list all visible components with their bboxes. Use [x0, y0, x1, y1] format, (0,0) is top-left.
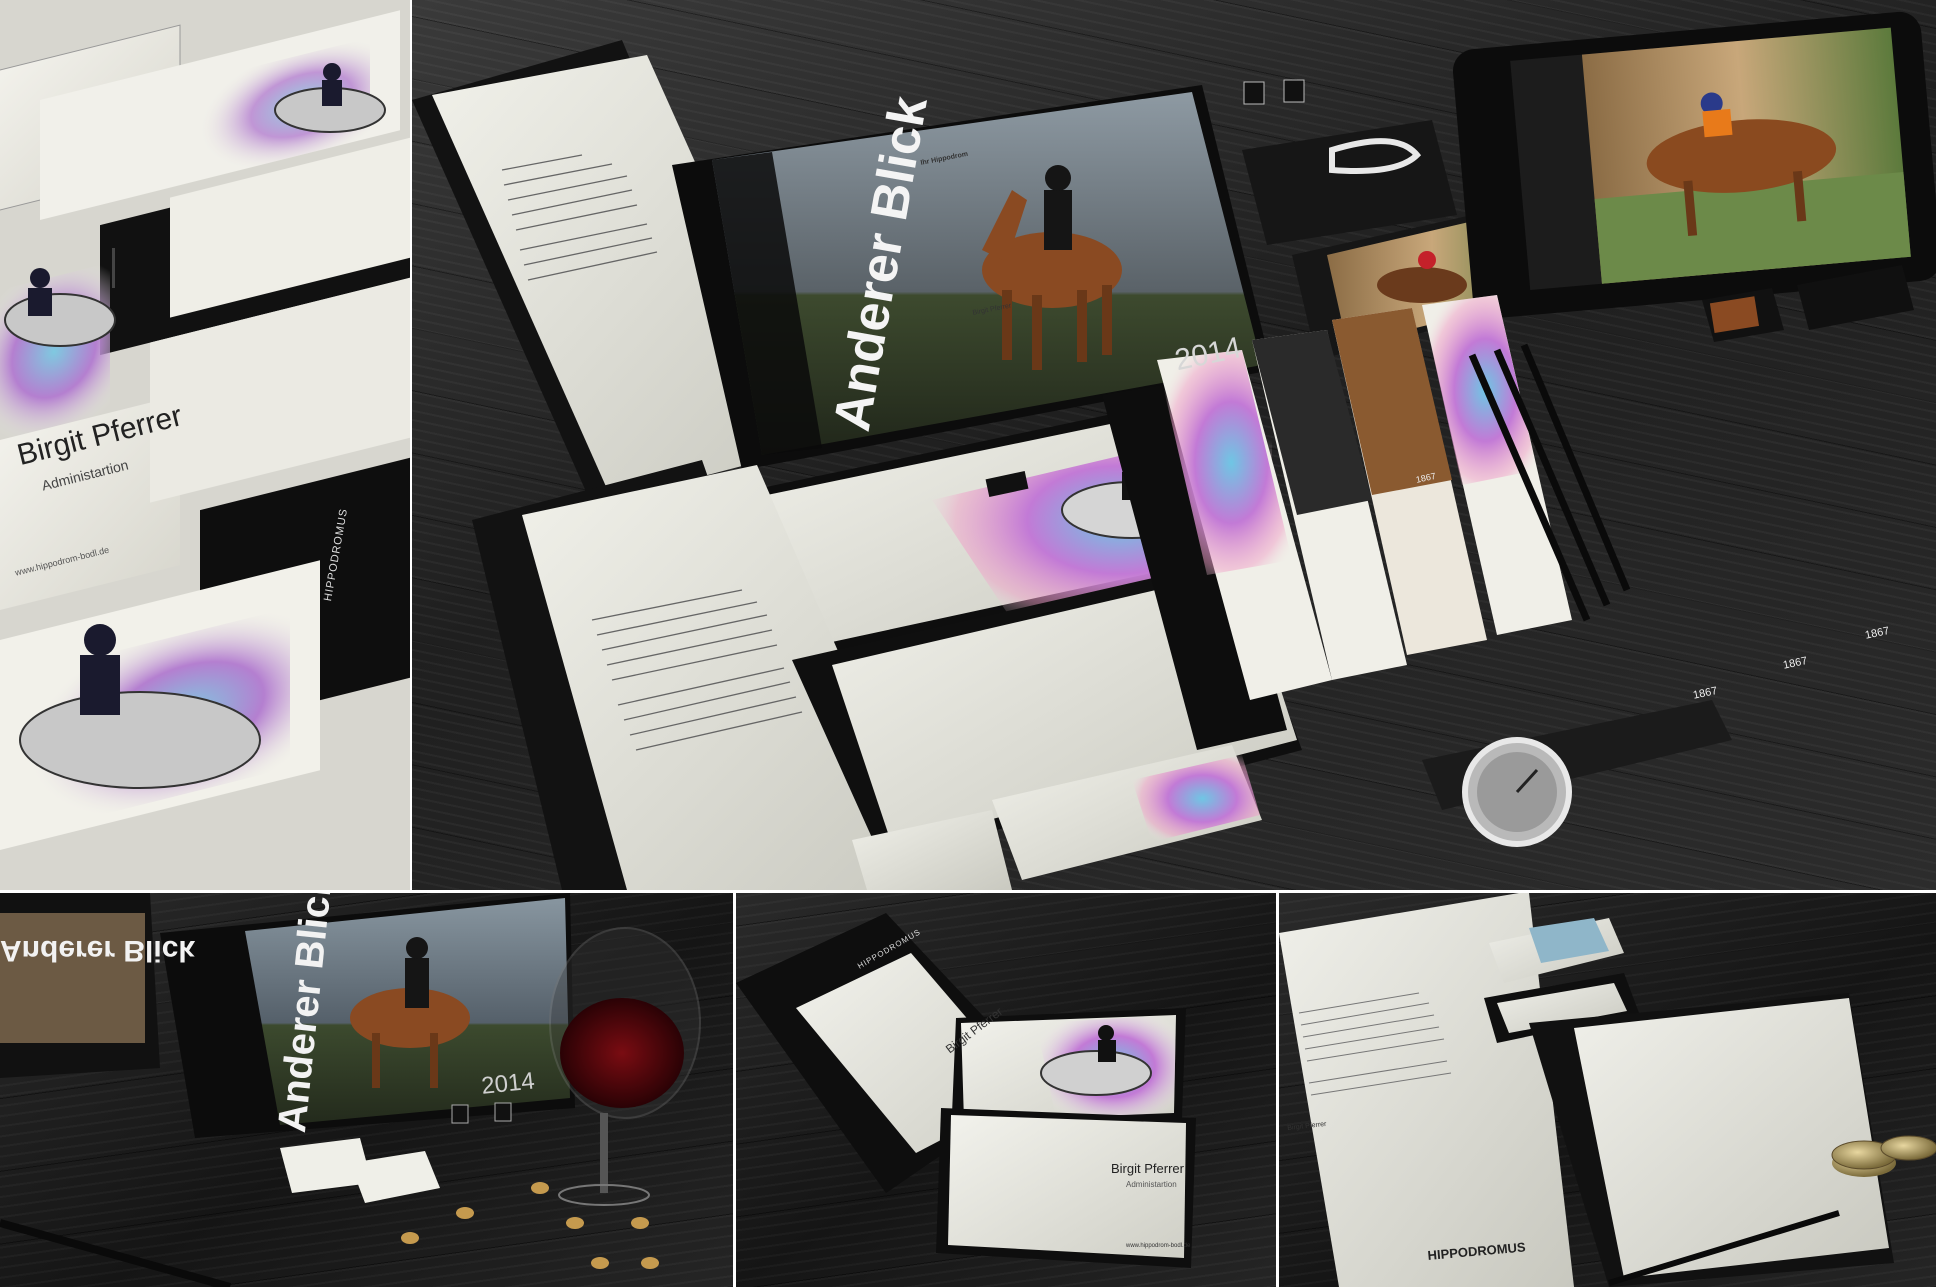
folder-card-role-2: Administartion — [1126, 1180, 1177, 1189]
photo-book-wine-glass: Anderer Blick 2014 Anderer Blick — [0, 893, 733, 1287]
photo-letterhead-coins: HIPPODROMUS Birgit Pferrer — [1279, 893, 1936, 1287]
book-title-mirrored: Anderer Blick — [0, 934, 196, 967]
photo-business-card-folder: Birgit Pferrer Birgit Pferrer Administar… — [736, 893, 1276, 1287]
folder-card-web: www.hippodrom-bodl.de — [1126, 1243, 1191, 1249]
photo-card-stack-closeup: Birgit Pferrer Administartion www.hippod… — [0, 0, 410, 890]
book-year-2: 2014 — [480, 1067, 536, 1100]
photo-stationery-overview: Anderer Blick 2014 Ihr Hippodrom Birgit … — [412, 0, 1936, 890]
folder-card-name-2: Birgit Pferrer — [1111, 1161, 1184, 1176]
